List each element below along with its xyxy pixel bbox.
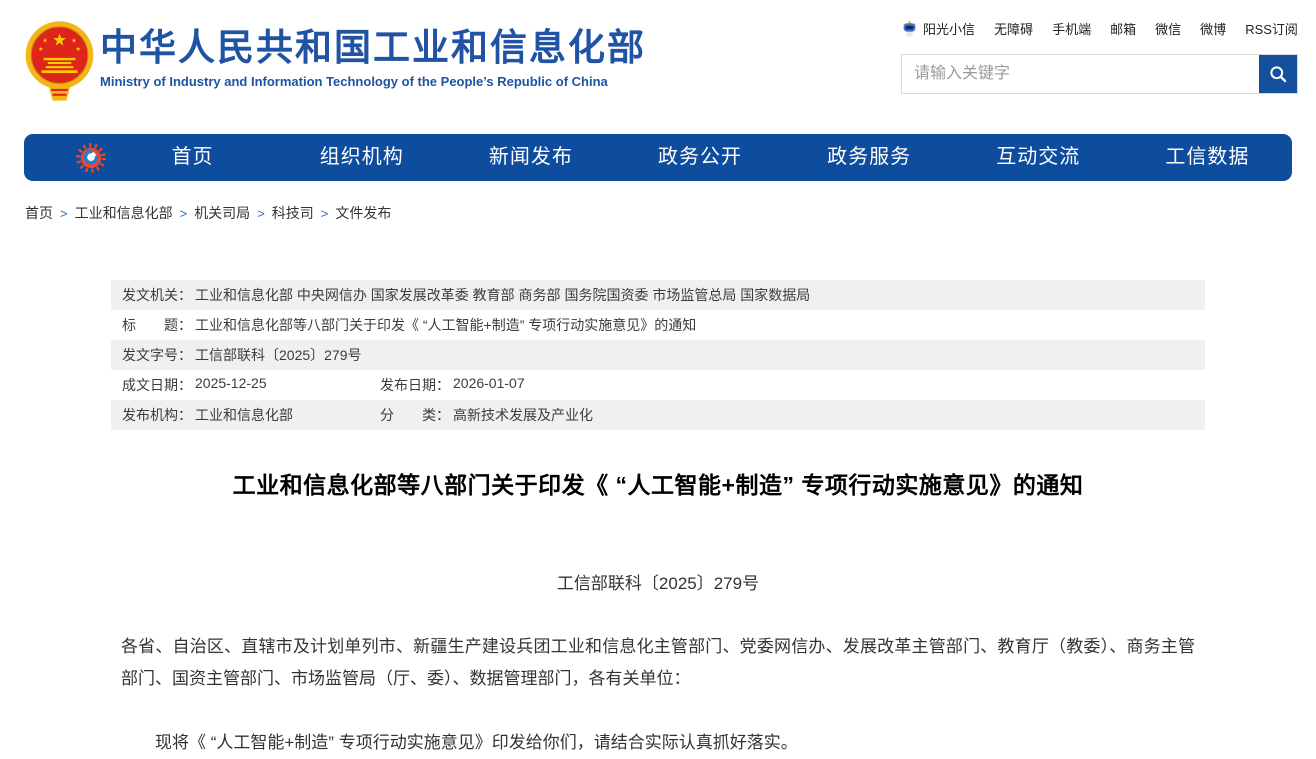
breadcrumb-separator: > — [321, 206, 329, 221]
publish-date-label: 发布日期： — [380, 375, 450, 395]
breadcrumb: 首页 > 工业和信息化部 > 机关司局 > 科技司 > 文件发布 — [25, 203, 1316, 223]
search-box — [901, 54, 1298, 94]
document-content: 发文机关： 工业和信息化部 中央网信办 国家发展改革委 教育部 商务部 国务院国… — [111, 280, 1205, 759]
quick-link-assistant[interactable]: 阳光小信 — [923, 19, 975, 38]
written-date-value: 2025-12-25 — [195, 375, 267, 395]
svg-text:★: ★ — [71, 38, 77, 45]
national-emblem-logo: ★ ★ ★ ★ ★ — [25, 19, 94, 105]
breadcrumb-document-release[interactable]: 文件发布 — [335, 205, 391, 221]
header-right: 阳光小信 无障碍 手机端 邮箱 微信 微博 RSS订阅 — [901, 17, 1298, 94]
breadcrumb-miit[interactable]: 工业和信息化部 — [75, 205, 173, 221]
issuing-agency-label: 发文机关： — [122, 285, 192, 305]
nav-item-miit-data[interactable]: 工信数据 — [1123, 134, 1292, 181]
search-input[interactable] — [902, 55, 1259, 93]
quick-link-mobile[interactable]: 手机端 — [1052, 19, 1091, 38]
breadcrumb-separator: > — [257, 206, 265, 221]
article-title: 工业和信息化部等八部门关于印发《 “人工智能+制造” 专项行动实施意见》的通知 — [111, 466, 1205, 500]
breadcrumb-home[interactable]: 首页 — [25, 205, 53, 221]
breadcrumb-separator: > — [60, 206, 68, 221]
svg-text:★: ★ — [52, 30, 67, 49]
issuing-agency-value: 工业和信息化部 中央网信办 国家发展改革委 教育部 商务部 国务院国资委 市场监… — [195, 285, 810, 305]
svg-text:★: ★ — [42, 38, 48, 45]
article-body: 各省、自治区、直辖市及计划单列市、新疆生产建设兵团工业和信息化主管部门、党委网信… — [111, 631, 1205, 759]
article-paragraph-recipients: 各省、自治区、直辖市及计划单列市、新疆生产建设兵团工业和信息化主管部门、党委网信… — [121, 631, 1195, 695]
svg-text:★: ★ — [75, 46, 81, 53]
meta-row-dates: 成文日期： 2025-12-25 发布日期： 2026-01-07 — [111, 370, 1205, 400]
document-meta-table: 发文机关： 工业和信息化部 中央网信办 国家发展改革委 教育部 商务部 国务院国… — [111, 280, 1205, 430]
publisher-label: 发布机构： — [122, 405, 192, 425]
site-titles: 中华人民共和国工业和信息化部 Ministry of Industry and … — [100, 26, 646, 89]
publish-date-value: 2026-01-07 — [453, 375, 525, 395]
site-subtitle-en: Ministry of Industry and Information Tec… — [100, 74, 646, 89]
assistant-robot-icon — [901, 20, 918, 37]
quick-link-weibo[interactable]: 微博 — [1200, 19, 1226, 38]
site-header: ★ ★ ★ ★ ★ 中华人民共和国工业和信息化部 Ministry of Ind… — [0, 0, 1316, 128]
breadcrumb-science-tech-dept[interactable]: 科技司 — [272, 205, 314, 221]
meta-row-doc-number: 发文字号： 工信部联科〔2025〕279号 — [111, 340, 1205, 370]
nav-item-interaction[interactable]: 互动交流 — [954, 134, 1123, 181]
breadcrumb-separator: > — [180, 206, 188, 221]
miit-gear-logo-icon — [74, 141, 108, 175]
breadcrumb-departments[interactable]: 机关司局 — [194, 205, 250, 221]
doc-number-label: 发文字号： — [122, 345, 192, 365]
meta-row-title: 标 题： 工业和信息化部等八部门关于印发《 “人工智能+制造” 专项行动实施意见… — [111, 310, 1205, 340]
search-button[interactable] — [1259, 55, 1297, 93]
quick-link-rss[interactable]: RSS订阅 — [1245, 19, 1298, 38]
publisher-value: 工业和信息化部 — [195, 405, 293, 425]
doc-title-value: 工业和信息化部等八部门关于印发《 “人工智能+制造” 专项行动实施意见》的通知 — [195, 315, 696, 335]
nav-item-gov-disclosure[interactable]: 政务公开 — [615, 134, 784, 181]
quick-links: 阳光小信 无障碍 手机端 邮箱 微信 微博 RSS订阅 — [901, 17, 1298, 39]
doc-title-label: 标 题： — [122, 315, 192, 335]
svg-text:★: ★ — [38, 46, 44, 53]
meta-row-issuing-agency: 发文机关： 工业和信息化部 中央网信办 国家发展改革委 教育部 商务部 国务院国… — [111, 280, 1205, 310]
site-title: 中华人民共和国工业和信息化部 — [100, 26, 646, 70]
quick-link-mail[interactable]: 邮箱 — [1110, 19, 1136, 38]
nav-item-organization[interactable]: 组织机构 — [277, 134, 446, 181]
nav-item-news[interactable]: 新闻发布 — [446, 134, 615, 181]
nav-item-home[interactable]: 首页 — [108, 134, 277, 181]
search-icon — [1268, 64, 1288, 84]
written-date-label: 成文日期： — [122, 375, 192, 395]
article-doc-number: 工信部联科〔2025〕279号 — [111, 569, 1205, 594]
category-label: 分 类： — [380, 405, 450, 425]
meta-row-publisher-category: 发布机构： 工业和信息化部 分 类： 高新技术发展及产业化 — [111, 400, 1205, 430]
quick-link-accessibility[interactable]: 无障碍 — [994, 19, 1033, 38]
nav-item-gov-services[interactable]: 政务服务 — [785, 134, 954, 181]
main-nav: 首页 组织机构 新闻发布 政务公开 政务服务 互动交流 工信数据 — [24, 134, 1292, 181]
article-paragraph-notice: 现将《 “人工智能+制造” 专项行动实施意见》印发给你们，请结合实际认真抓好落实… — [121, 727, 1195, 759]
quick-link-wechat[interactable]: 微信 — [1155, 19, 1181, 38]
category-value: 高新技术发展及产业化 — [453, 405, 593, 425]
doc-number-value: 工信部联科〔2025〕279号 — [195, 345, 362, 365]
nav-items: 首页 组织机构 新闻发布 政务公开 政务服务 互动交流 工信数据 — [108, 134, 1292, 181]
